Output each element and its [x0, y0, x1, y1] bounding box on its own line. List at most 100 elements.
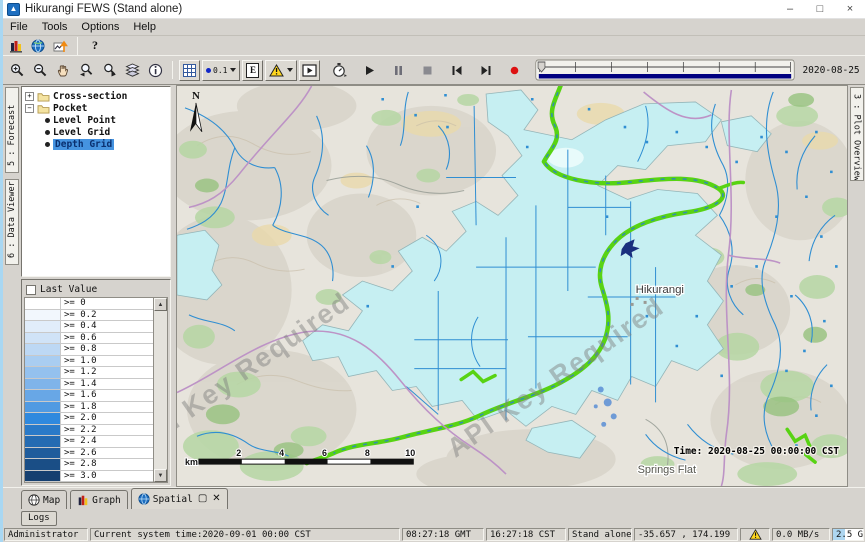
scroll-up-icon[interactable]: ▲	[154, 298, 167, 311]
tree-node-cross-section[interactable]: + Cross-section	[23, 90, 169, 102]
play-window-icon	[302, 64, 317, 77]
legend-swatch	[25, 356, 61, 367]
chevron-down-icon	[230, 68, 236, 72]
last-value-checkbox[interactable]	[26, 285, 36, 295]
tab-plot-overview[interactable]: 3 : Plot Overview	[850, 87, 864, 181]
database-statistics-button[interactable]	[7, 37, 25, 55]
zoom-next-button[interactable]	[99, 60, 120, 81]
tree-leaf-depth-grid[interactable]: Depth Grid	[23, 138, 169, 150]
svg-text:6: 6	[322, 448, 327, 458]
legend-scrollbar[interactable]: ▲ ▼	[153, 298, 167, 482]
left-tab-strip: 5 : Forecast 6 : Data Viewer	[3, 85, 20, 487]
tree-leaf-level-grid[interactable]: Level Grid	[23, 126, 169, 138]
zoom-in-icon	[10, 63, 25, 78]
menu-options[interactable]: Options	[74, 20, 126, 34]
warning-dropdown[interactable]	[265, 60, 297, 81]
bar-chart-icon	[9, 39, 23, 53]
legend-row: >= 1.8	[25, 402, 153, 414]
tab-close-icon[interactable]: ✕	[212, 494, 220, 504]
tree-leaf-level-point[interactable]: Level Point	[23, 114, 169, 126]
menu-file[interactable]: File	[3, 20, 35, 34]
last-value-label: Last Value	[40, 284, 97, 295]
status-mode: Stand alone	[568, 528, 632, 541]
layers-button[interactable]	[122, 60, 143, 81]
legend-table: >= 0 >= 0.2 >= 0.4 >= 0.6 >= 0.8 >= 1.0 …	[24, 297, 168, 483]
status-warning[interactable]	[740, 528, 770, 541]
application-window: ▲ Hikurangi FEWS (Stand alone) – □ × Fil…	[0, 0, 865, 542]
svg-text:km: km	[185, 457, 198, 467]
current-datetime: 2020-08-25 00:00:00 CST	[802, 65, 865, 76]
timeseries-display-button[interactable]	[51, 37, 69, 55]
pause-button[interactable]	[388, 60, 409, 81]
svg-text:8: 8	[365, 448, 370, 458]
map-time-label: Time: 2020-08-25 00:00:00 CST	[674, 446, 840, 457]
status-bar: Administrator Current system time:2020-0…	[3, 527, 865, 542]
pan-button[interactable]	[53, 60, 74, 81]
legend-swatch	[25, 425, 61, 436]
legend-swatch	[25, 321, 61, 332]
tab-data-viewer[interactable]: 6 : Data Viewer	[5, 179, 19, 265]
chart-arrow-icon	[53, 39, 68, 53]
menu-help[interactable]: Help	[126, 20, 163, 34]
help-button[interactable]: ?	[86, 37, 104, 55]
town-label: Hikurangi	[636, 284, 684, 296]
legend-row: >= 0.2	[25, 310, 153, 322]
skip-to-start-button[interactable]	[446, 60, 467, 81]
close-button[interactable]: ×	[835, 0, 865, 18]
tab-maximize-icon[interactable]: ▢	[198, 494, 207, 504]
selected-tree-item: Depth Grid	[53, 139, 114, 150]
timeline-slider[interactable]	[535, 58, 795, 82]
play-button[interactable]	[359, 60, 380, 81]
globe-icon	[31, 39, 45, 53]
status-network-rate: 0.0 MB/s	[772, 528, 830, 541]
skip-end-icon	[480, 65, 492, 76]
timer-button[interactable]	[328, 60, 349, 81]
info-button[interactable]	[145, 60, 166, 81]
legend-toggle-button[interactable]: E	[242, 60, 263, 81]
stop-button[interactable]	[417, 60, 438, 81]
legend-row: >= 0.8	[25, 344, 153, 356]
legend-swatch	[25, 413, 61, 424]
legend-swatch	[25, 436, 61, 447]
tab-forecast[interactable]: 5 : Forecast	[5, 87, 19, 173]
pause-icon	[393, 65, 404, 76]
zoom-out-icon	[33, 63, 48, 78]
legend-swatch	[25, 448, 61, 459]
legend-row: >= 1.4	[25, 379, 153, 391]
tree-node-pocket[interactable]: − Pocket	[23, 102, 169, 114]
contour-dropdown[interactable]: 0.1	[202, 60, 240, 81]
animation-window-button[interactable]	[299, 60, 320, 81]
zoom-out-button[interactable]	[30, 60, 51, 81]
legend-row: >= 0.6	[25, 333, 153, 345]
tab-spatial[interactable]: Spatial ▢ ✕	[131, 488, 228, 509]
chevron-down-icon	[287, 68, 293, 72]
zoom-previous-button[interactable]	[76, 60, 97, 81]
pan-hand-icon	[56, 63, 71, 78]
legend-row: >= 2.0	[25, 413, 153, 425]
grid-button[interactable]	[179, 60, 200, 81]
skip-to-end-button[interactable]	[475, 60, 496, 81]
map-view[interactable]: API Key Required API Key Required Hikura…	[176, 85, 848, 487]
collapse-minus-icon[interactable]: −	[25, 104, 34, 113]
expand-plus-icon[interactable]: +	[25, 92, 34, 101]
tab-map[interactable]: Map	[21, 490, 67, 509]
menu-bar: File Tools Options Help	[3, 19, 865, 36]
globe-icon	[138, 493, 150, 505]
map-display-button[interactable]	[29, 37, 47, 55]
scroll-down-icon[interactable]: ▼	[154, 469, 167, 482]
bar-chart-icon	[77, 494, 89, 506]
logs-row: Logs	[3, 509, 865, 527]
layers-icon	[125, 63, 140, 78]
legend-swatch	[25, 402, 61, 413]
maximize-button[interactable]: □	[805, 0, 835, 18]
globe-icon	[28, 494, 40, 506]
menu-tools[interactable]: Tools	[35, 20, 75, 34]
minimize-button[interactable]: –	[775, 0, 805, 18]
zoom-in-button[interactable]	[7, 60, 28, 81]
tab-graph[interactable]: Graph	[70, 490, 128, 509]
contour-dot-icon	[206, 68, 211, 73]
logs-tab[interactable]: Logs	[21, 511, 57, 526]
stopwatch-icon	[331, 62, 347, 78]
bullet-icon	[45, 118, 50, 123]
record-button[interactable]	[504, 60, 525, 81]
